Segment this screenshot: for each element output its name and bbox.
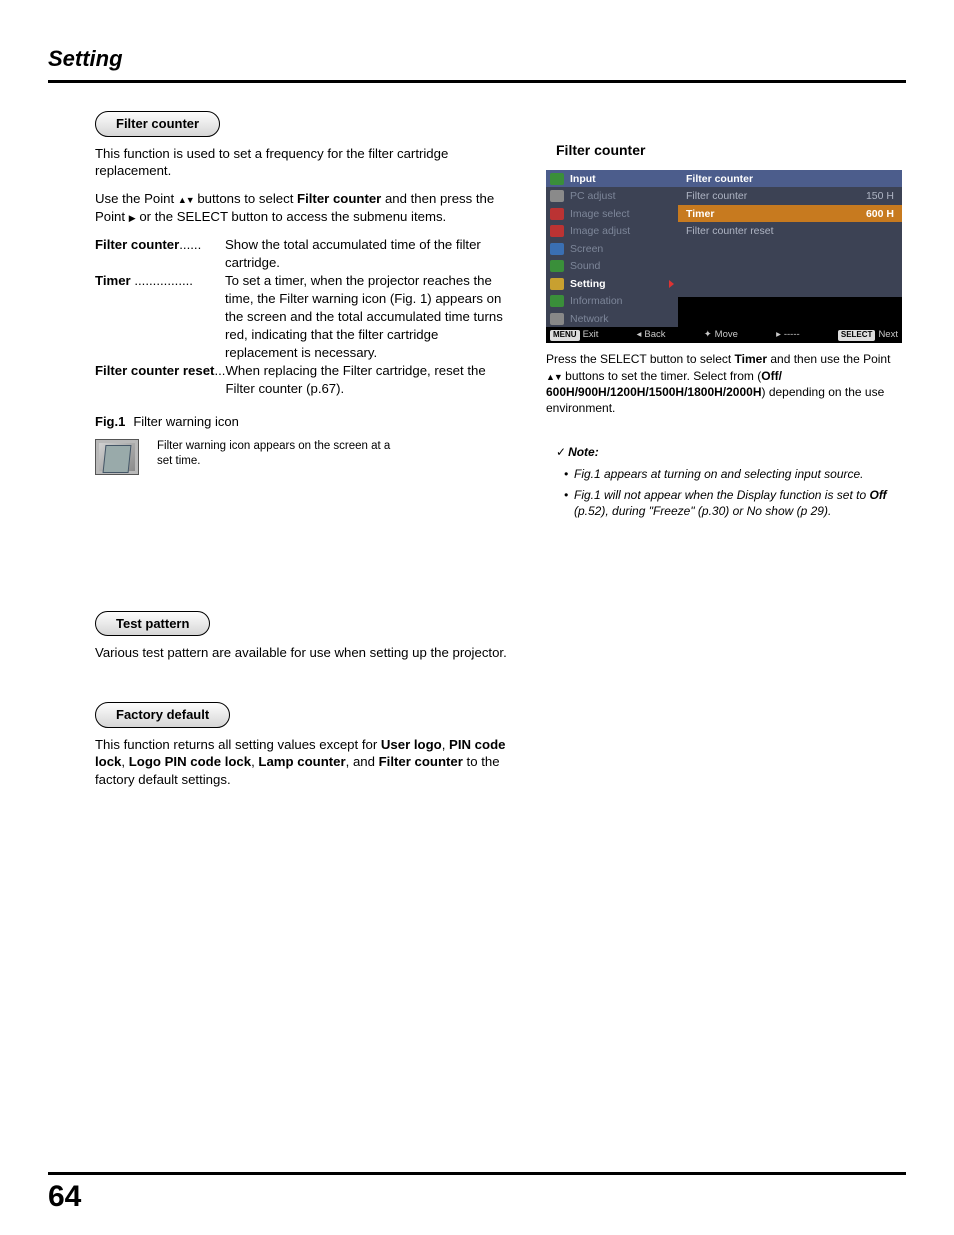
osd-menu-item: Input	[546, 170, 678, 188]
filter-warning-icon	[95, 439, 139, 475]
left-column: Filter counter This function is used to …	[95, 105, 510, 799]
osd-menu-item: Information	[546, 292, 678, 310]
osd-menu-item: Image adjust	[546, 222, 678, 240]
point-updown-icon	[546, 369, 562, 383]
pill-test-pattern: Test pattern	[95, 611, 210, 637]
point-updown-icon	[178, 191, 194, 206]
def-timer: Timer ................ To set a timer, w…	[95, 272, 510, 362]
def-filter-counter-reset: Filter counter reset... When replacing t…	[95, 362, 510, 399]
right-column: Filter counter InputPC adjustImage selec…	[546, 105, 906, 799]
fig1-caption: Filter warning icon appears on the scree…	[157, 439, 407, 470]
check-icon: ✓	[556, 445, 566, 459]
osd-caption: Press the SELECT button to select Timer …	[546, 351, 906, 416]
fig1-label: Fig.1Filter warning icon	[95, 413, 510, 431]
osd-panel-header: Filter counter	[678, 170, 902, 188]
definitions: Filter counter...... Show the total accu…	[95, 236, 510, 399]
osd-menu: InputPC adjustImage selectImage adjustSc…	[546, 170, 678, 328]
footer-rule	[48, 1172, 906, 1175]
note-item: Fig.1 will not appear when the Display f…	[564, 487, 906, 519]
point-right-icon	[129, 209, 136, 224]
osd-panel-item: Filter counter reset	[678, 222, 902, 240]
osd-menu-icon	[550, 313, 564, 325]
osd-menu-item: Sound	[546, 257, 678, 275]
fig1-row: Filter warning icon appears on the scree…	[95, 439, 510, 475]
content-area: Filter counter This function is used to …	[95, 105, 906, 799]
pill-filter-counter: Filter counter	[95, 111, 220, 137]
osd-panel-item: Filter counter150 H	[678, 187, 902, 205]
test-pattern-body: Various test pattern are available for u…	[95, 644, 510, 662]
osd-panel: Filter counter Filter counter150 HTimer6…	[678, 170, 902, 328]
osd-footer: MENU Exit ◂ Back ✦ Move ▸ ----- SELECT N…	[546, 327, 902, 343]
osd-menu-icon	[550, 225, 564, 237]
osd-menu-item: PC adjust	[546, 187, 678, 205]
osd-menu-item: Setting	[546, 275, 678, 293]
factory-default-body: This function returns all setting values…	[95, 736, 510, 789]
page-number: 64	[48, 1177, 81, 1218]
osd-menu-icon	[550, 173, 564, 185]
osd-menu-icon	[550, 243, 564, 255]
osd-menu-icon	[550, 260, 564, 272]
pill-factory-default: Factory default	[95, 702, 230, 728]
osd-menu-icon	[550, 295, 564, 307]
osd-menu-item: Network	[546, 310, 678, 328]
note-block: ✓Note: Fig.1 appears at turning on and s…	[546, 444, 906, 519]
right-heading: Filter counter	[556, 141, 906, 160]
osd-menu-icon	[550, 208, 564, 220]
osd-menu-item: Image select	[546, 205, 678, 223]
header-rule	[48, 80, 906, 83]
intro-p2: Use the Point buttons to select Filter c…	[95, 190, 510, 226]
osd-menu-item: Screen	[546, 240, 678, 258]
osd-screenshot: InputPC adjustImage selectImage adjustSc…	[546, 170, 902, 344]
osd-menu-icon	[550, 278, 564, 290]
page-title: Setting	[48, 44, 906, 78]
osd-panel-item: Timer600 H	[678, 205, 902, 223]
def-filter-counter: Filter counter...... Show the total accu…	[95, 236, 510, 273]
intro-p1: This function is used to set a frequency…	[95, 145, 510, 181]
page-header: Setting	[48, 44, 906, 83]
note-item: Fig.1 appears at turning on and selectin…	[564, 466, 906, 482]
osd-menu-icon	[550, 190, 564, 202]
